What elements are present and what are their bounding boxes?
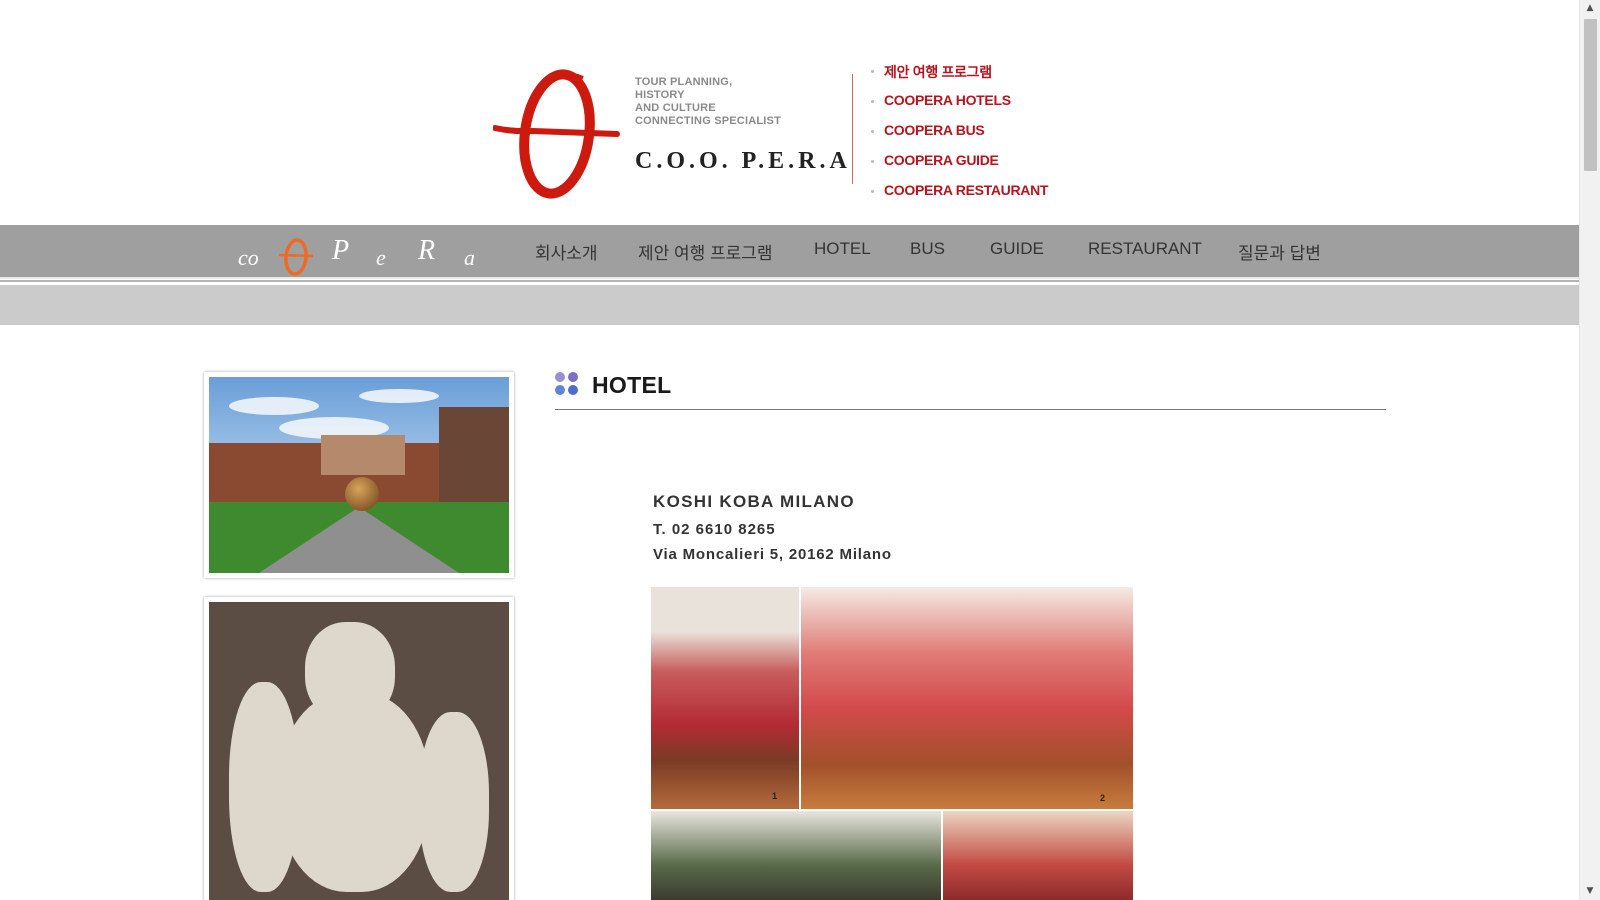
nav-divider	[0, 280, 1579, 282]
tagline-line: CONNECTING SPECIALIST	[635, 115, 781, 127]
quick-link-restaurant[interactable]: COOPERA RESTAURANT	[868, 182, 1048, 212]
hotel-address: Via Moncalieri 5, 20162 Milano	[653, 546, 892, 563]
site-header: TOUR PLANNING, HISTORY AND CULTURE CONNE…	[0, 0, 1579, 225]
bullet-icon	[871, 160, 874, 163]
hotel-info: KOSHI KOBA MILANO T. 02 6610 8265 Via Mo…	[653, 492, 892, 563]
quick-link-label: 제안 여행 프로그램	[884, 64, 992, 80]
sub-nav-bar	[0, 285, 1579, 325]
nav-item-bus[interactable]: BUS	[910, 239, 945, 259]
bullet-icon	[871, 190, 874, 193]
hotel-photo-collage: 1 2	[651, 587, 1133, 900]
vatican-courtyard-image	[209, 377, 509, 573]
nav-logo[interactable]: co P e R a	[230, 233, 490, 277]
nav-logo-letter: co	[238, 245, 259, 270]
nav-item-about[interactable]: 회사소개	[535, 239, 598, 264]
nav-item-program[interactable]: 제안 여행 프로그램	[638, 239, 773, 264]
nav-item-hotel[interactable]: HOTEL	[814, 239, 871, 259]
main-nav: co P e R a 회사소개 제안 여행 프로그램 HOTEL BUS GUI…	[0, 225, 1579, 282]
quick-link-bus[interactable]: COOPERA BUS	[868, 122, 1048, 152]
side-photo-vatican	[204, 372, 514, 578]
section-dots-icon	[555, 372, 579, 396]
quick-link-label: COOPERA HOTELS	[884, 92, 1011, 108]
nav-item-restaurant[interactable]: RESTAURANT	[1088, 239, 1202, 259]
brand-name[interactable]: C.O.O. P.E.R.A	[635, 148, 851, 175]
header-divider	[852, 74, 853, 184]
nav-logo-letter: e	[376, 245, 386, 270]
bullet-icon	[871, 100, 874, 103]
quick-link-hotels[interactable]: COOPERA HOTELS	[868, 92, 1048, 122]
page-scrollbar[interactable]: ▲ ▼	[1579, 0, 1600, 900]
side-photo-statue	[204, 597, 514, 900]
hotel-photo-terrace	[651, 811, 941, 900]
section-title: HOTEL	[592, 372, 672, 398]
quick-link-label: COOPERA BUS	[884, 122, 985, 138]
nav-item-qna[interactable]: 질문과 답변	[1238, 239, 1321, 264]
tagline-line: HISTORY	[635, 89, 685, 101]
hotel-photo-room	[943, 811, 1133, 900]
tagline-line: TOUR PLANNING,	[635, 76, 733, 88]
scroll-down-icon[interactable]: ▼	[1580, 883, 1600, 900]
bullet-icon	[871, 130, 874, 133]
photo-number: 2	[1099, 793, 1105, 803]
photo-number: 1	[771, 791, 777, 801]
company-tagline: TOUR PLANNING, HISTORY AND CULTURE CONNE…	[635, 76, 805, 128]
nav-logo-letter: a	[464, 245, 475, 270]
scroll-thumb[interactable]	[1584, 19, 1597, 171]
section-header: HOTEL	[555, 372, 1386, 410]
quick-link-label: COOPERA GUIDE	[884, 152, 999, 168]
quick-link-guide[interactable]: COOPERA GUIDE	[868, 152, 1048, 182]
nav-logo-letter: P	[332, 235, 350, 266]
hotel-photo-dining: 1	[651, 587, 799, 809]
nav-item-guide[interactable]: GUIDE	[990, 239, 1044, 259]
nav-logo-mark-icon	[278, 238, 314, 276]
coopera-logo-icon[interactable]	[493, 68, 623, 200]
section-dot	[555, 385, 565, 395]
nav-logo-letter: R	[418, 235, 436, 266]
quick-link-program[interactable]: 제안 여행 프로그램	[868, 62, 1048, 92]
hotel-name: KOSHI KOBA MILANO	[653, 492, 855, 511]
section-dot	[568, 372, 578, 382]
nav-divider	[0, 277, 1579, 279]
section-dot	[555, 372, 565, 382]
quick-links: 제안 여행 프로그램 COOPERA HOTELS COOPERA BUS CO…	[868, 62, 1048, 212]
quick-link-label: COOPERA RESTAURANT	[884, 182, 1049, 198]
tagline-line: AND CULTURE	[635, 102, 716, 114]
laocoon-statue-image	[209, 602, 509, 900]
hotel-photo-lobby: 2	[801, 587, 1133, 809]
scroll-up-icon[interactable]: ▲	[1580, 0, 1600, 17]
bullet-icon	[871, 70, 874, 73]
hotel-phone: T. 02 6610 8265	[653, 521, 776, 538]
section-dot	[568, 385, 578, 395]
